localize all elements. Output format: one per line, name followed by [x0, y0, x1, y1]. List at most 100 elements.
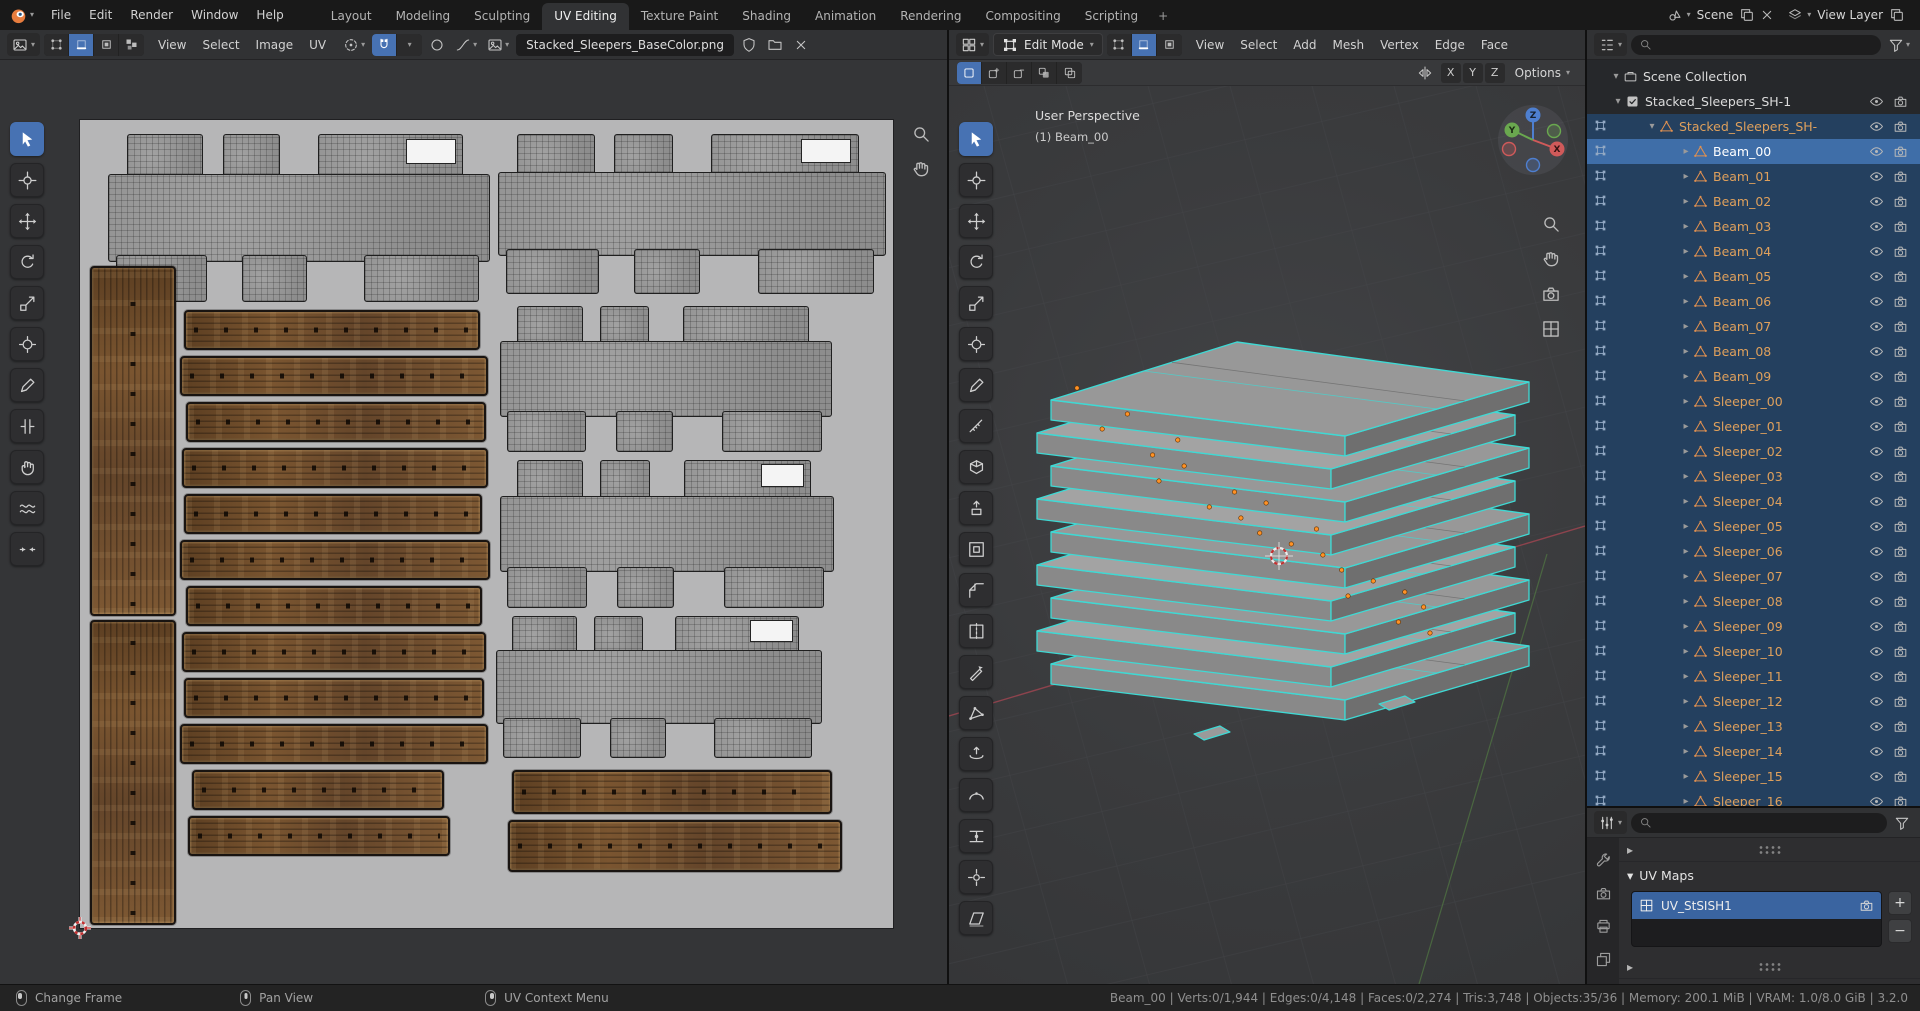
disable-in-renders-camera-icon[interactable] — [1888, 369, 1912, 384]
disable-in-renders-camera-icon[interactable] — [1888, 444, 1912, 459]
uv-island[interactable] — [186, 402, 486, 442]
uv-island[interactable] — [500, 306, 832, 452]
edit-mode-indicator-icon[interactable] — [1594, 119, 1607, 132]
outliner-row-sleeper-07[interactable]: ▸ Sleeper_07 — [1587, 564, 1920, 589]
outliner-row-sleeper-00[interactable]: ▸ Sleeper_00 — [1587, 389, 1920, 414]
tab-tool[interactable] — [1595, 852, 1612, 869]
add-workspace-button[interactable]: + — [1150, 3, 1176, 30]
disable-in-renders-camera-icon[interactable] — [1888, 169, 1912, 184]
outliner-row-sleeper-12[interactable]: ▸ Sleeper_12 — [1587, 689, 1920, 714]
disable-in-renders-camera-icon[interactable] — [1888, 644, 1912, 659]
expand-arrow[interactable]: ▸ — [1679, 521, 1693, 532]
editor-type-button[interactable]: ▾ — [7, 33, 41, 56]
disable-in-renders-camera-icon[interactable] — [1888, 744, 1912, 759]
outliner-row-sleeper-04[interactable]: ▸ Sleeper_04 — [1587, 489, 1920, 514]
uv-maps-panel-header[interactable]: ▾ UV Maps — [1619, 862, 1920, 889]
uv-island[interactable] — [180, 356, 488, 396]
select-face-button[interactable] — [94, 33, 120, 56]
expand-arrow[interactable]: ▸ — [1679, 771, 1693, 782]
disable-in-renders-camera-icon[interactable] — [1888, 244, 1912, 259]
unlink-scene-icon[interactable] — [1759, 7, 1775, 23]
outliner-row-stacked-sleepers-sh-[interactable]: ▾ Stacked_Sleepers_SH- — [1587, 114, 1920, 139]
uv-island[interactable] — [184, 678, 484, 718]
menu-edit[interactable]: Edit — [80, 0, 121, 30]
viewport-menu-edge[interactable]: Edge — [1427, 34, 1473, 56]
uv-island[interactable] — [90, 620, 176, 925]
browse-image-button[interactable]: ▾ — [484, 34, 512, 56]
disable-in-renders-camera-icon[interactable] — [1888, 544, 1912, 559]
uv-island[interactable] — [184, 494, 482, 534]
outliner-row-beam-01[interactable]: ▸ Beam_01 — [1587, 164, 1920, 189]
collapsed-panel[interactable]: ▸ — [1619, 838, 1920, 862]
select-edge-button[interactable] — [1131, 33, 1157, 56]
viewport-tool-transform[interactable] — [959, 327, 993, 361]
hide-in-viewport-eye-icon[interactable] — [1864, 144, 1888, 159]
tab-render[interactable] — [1595, 885, 1612, 902]
expand-arrow[interactable]: ▾ — [1611, 96, 1625, 107]
mirror-axis-z-toggle[interactable]: Z — [1484, 62, 1505, 83]
edit-mode-indicator-icon[interactable] — [1594, 394, 1607, 407]
expand-arrow[interactable]: ▸ — [1679, 271, 1693, 282]
image-name-field[interactable]: Stacked_Sleepers_BaseColor.png — [516, 33, 734, 56]
outliner-row-sleeper-02[interactable]: ▸ Sleeper_02 — [1587, 439, 1920, 464]
uv-island[interactable] — [182, 632, 486, 672]
edit-mode-indicator-icon[interactable] — [1594, 419, 1607, 432]
hide-in-viewport-eye-icon[interactable] — [1864, 519, 1888, 534]
expand-arrow[interactable]: ▸ — [1679, 596, 1693, 607]
edit-mode-indicator-icon[interactable] — [1594, 294, 1607, 307]
hide-in-viewport-eye-icon[interactable] — [1864, 669, 1888, 684]
disable-in-renders-camera-icon[interactable] — [1888, 694, 1912, 709]
workspace-tab-rendering[interactable]: Rendering — [888, 3, 973, 30]
remove-uv-map-button[interactable]: − — [1888, 919, 1912, 943]
tab-view-layer[interactable] — [1595, 951, 1612, 968]
viewport-tool-extrude-region[interactable] — [959, 491, 993, 525]
hide-in-viewport-eye-icon[interactable] — [1864, 344, 1888, 359]
outliner-row-sleeper-11[interactable]: ▸ Sleeper_11 — [1587, 664, 1920, 689]
disable-in-renders-camera-icon[interactable] — [1888, 719, 1912, 734]
hide-in-viewport-eye-icon[interactable] — [1864, 444, 1888, 459]
hide-in-viewport-eye-icon[interactable] — [1864, 719, 1888, 734]
hide-in-viewport-eye-icon[interactable] — [1864, 619, 1888, 634]
disable-in-renders-camera-icon[interactable] — [1888, 94, 1912, 109]
mode-sub-button[interactable] — [1007, 61, 1032, 84]
edit-mode-indicator-icon[interactable] — [1594, 169, 1607, 182]
expand-arrow[interactable]: ▸ — [1679, 496, 1693, 507]
uv-map-item[interactable]: UV_StSISH1 — [1632, 892, 1881, 919]
expand-arrow[interactable]: ▸ — [1679, 196, 1693, 207]
uv-island[interactable] — [184, 310, 480, 350]
outliner-row-sleeper-13[interactable]: ▸ Sleeper_13 — [1587, 714, 1920, 739]
uv-tool-rotate[interactable] — [10, 245, 44, 279]
outliner-row-sleeper-01[interactable]: ▸ Sleeper_01 — [1587, 414, 1920, 439]
disable-in-renders-camera-icon[interactable] — [1888, 319, 1912, 334]
viewport-tool-measure[interactable] — [959, 409, 993, 443]
uv-island[interactable] — [192, 770, 444, 810]
viewport-menu-face[interactable]: Face — [1473, 34, 1516, 56]
editor-type-button[interactable]: ▾ — [1594, 33, 1628, 56]
disable-in-renders-camera-icon[interactable] — [1888, 344, 1912, 359]
uv-tool-relax[interactable] — [10, 491, 44, 525]
add-uv-map-button[interactable]: + — [1888, 891, 1912, 915]
hide-in-viewport-eye-icon[interactable] — [1864, 769, 1888, 784]
workspace-tab-animation[interactable]: Animation — [803, 3, 888, 30]
outliner-row-beam-05[interactable]: ▸ Beam_05 — [1587, 264, 1920, 289]
edit-mode-indicator-icon[interactable] — [1594, 469, 1607, 482]
expand-arrow[interactable]: ▸ — [1679, 396, 1693, 407]
expand-arrow[interactable]: ▸ — [1679, 621, 1693, 632]
outliner-row-collection[interactable]: ▾ Stacked_Sleepers_SH-1 — [1587, 89, 1920, 114]
hide-in-viewport-eye-icon[interactable] — [1864, 394, 1888, 409]
uv-tool-scale[interactable] — [10, 286, 44, 320]
expand-arrow[interactable]: ▸ — [1679, 221, 1693, 232]
hide-in-viewport-eye-icon[interactable] — [1864, 319, 1888, 334]
viewport-tool-knife[interactable] — [959, 655, 993, 689]
pack-image-button[interactable] — [764, 34, 786, 56]
edit-mode-indicator-icon[interactable] — [1594, 369, 1607, 382]
options-dropdown[interactable]: Options ▾ — [1508, 62, 1577, 83]
hide-in-viewport-eye-icon[interactable] — [1864, 494, 1888, 509]
disable-in-renders-camera-icon[interactable] — [1888, 519, 1912, 534]
disable-in-renders-camera-icon[interactable] — [1888, 669, 1912, 684]
disable-in-renders-camera-icon[interactable] — [1888, 469, 1912, 484]
uv-menu-image[interactable]: Image — [248, 34, 302, 56]
select-edge-button[interactable] — [69, 33, 95, 56]
disable-in-renders-camera-icon[interactable] — [1888, 619, 1912, 634]
camera-icon[interactable] — [1859, 898, 1874, 913]
